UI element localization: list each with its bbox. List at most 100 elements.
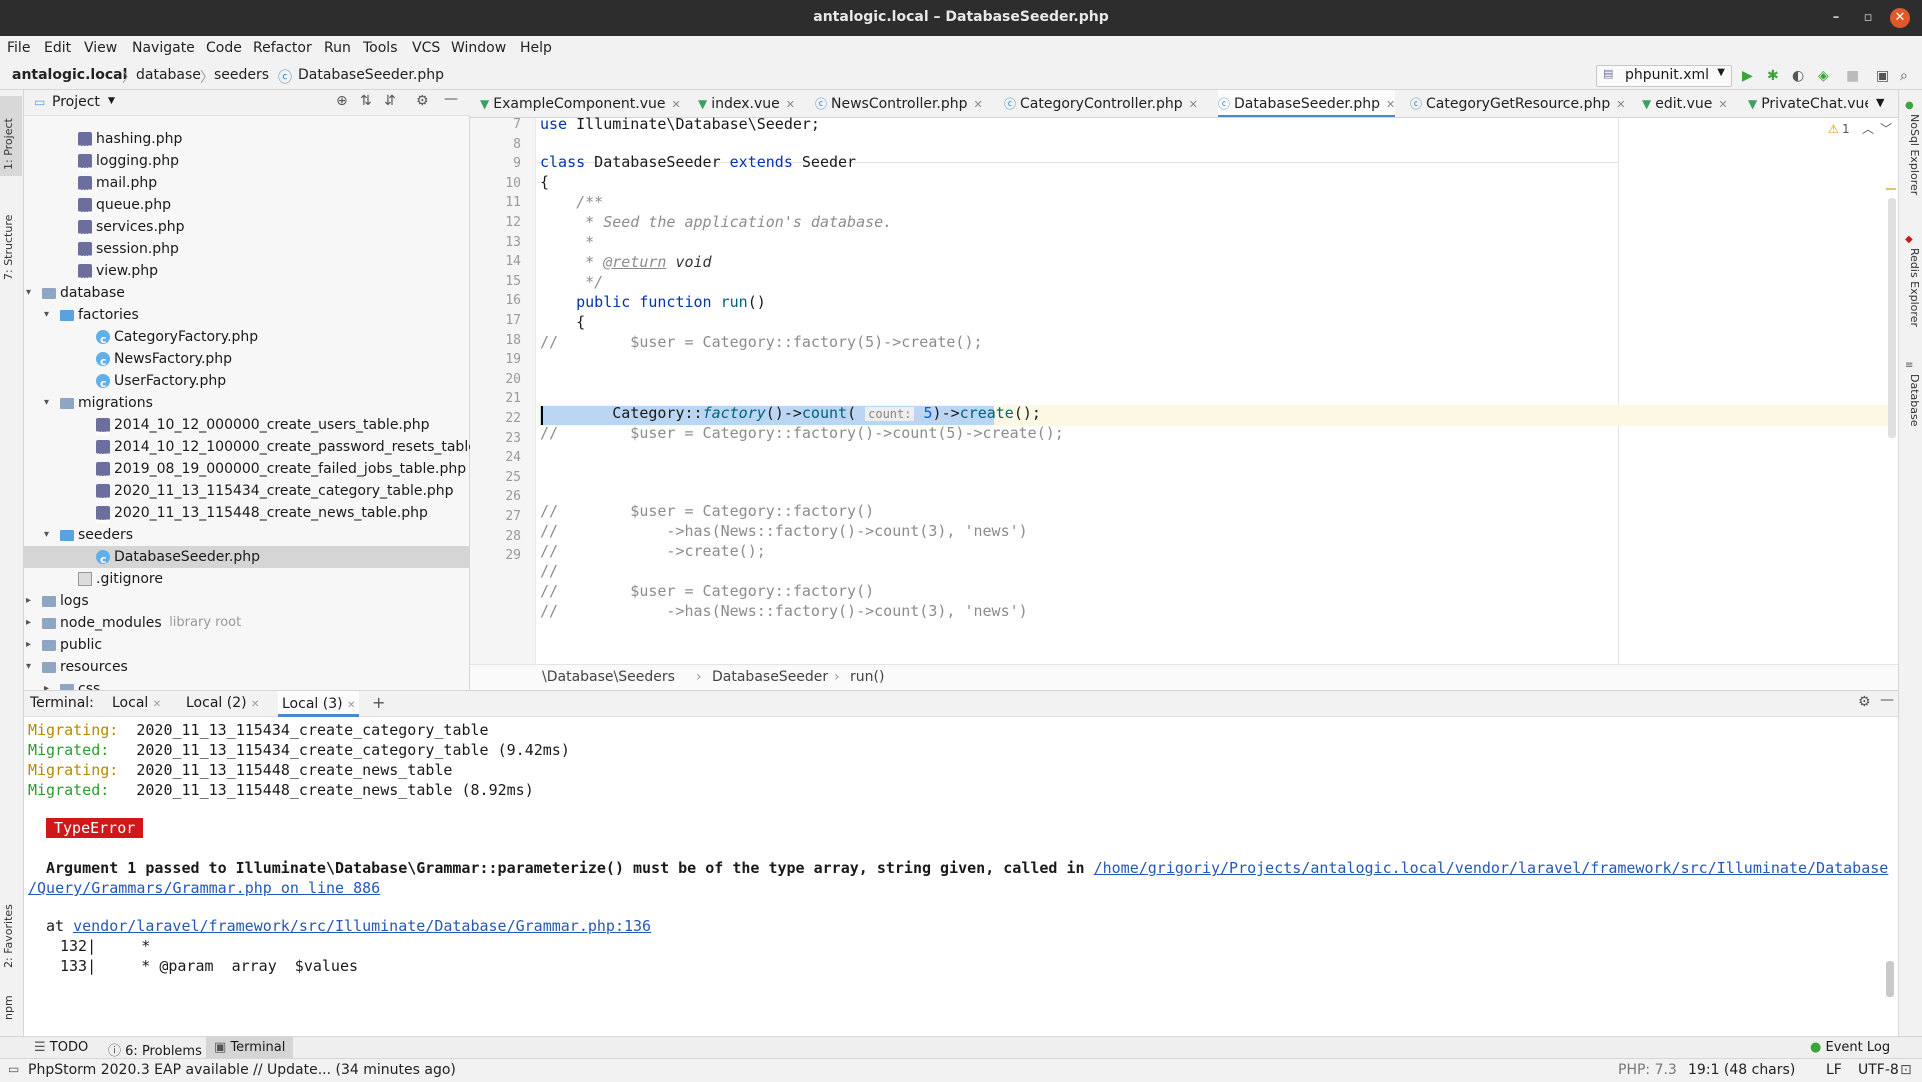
tree-row[interactable]: 2019_08_19_000000_create_failed_jobs_tab… xyxy=(24,458,470,480)
crumb-file[interactable]: DatabaseSeeder.php xyxy=(298,67,444,83)
crumb-seeders[interactable]: seeders xyxy=(214,67,269,83)
tree-row[interactable]: services.php xyxy=(24,216,470,238)
tool-tab-database[interactable]: Database xyxy=(1908,374,1921,427)
menu-refactor[interactable]: Refactor xyxy=(253,40,312,56)
tree-row[interactable]: ▾ database xyxy=(24,282,470,304)
close-icon[interactable]: ✕ xyxy=(1890,8,1910,28)
tree-row[interactable]: view.php xyxy=(24,260,470,282)
chevron-right-icon[interactable]: ▸ xyxy=(26,634,31,656)
tree-row[interactable]: DatabaseSeeder.php xyxy=(24,546,470,568)
php-version[interactable]: PHP: 7.3 xyxy=(1618,1062,1677,1078)
tree-row[interactable]: queue.php xyxy=(24,194,470,216)
run-icon[interactable]: ▶ xyxy=(1742,68,1753,84)
tree-row[interactable]: ▾ resources xyxy=(24,656,470,678)
file-encoding[interactable]: UTF-8 xyxy=(1858,1062,1899,1078)
tab-examplecomponent[interactable]: ▼ ExampleComponent.vue ✕ xyxy=(480,90,681,117)
chevron-down-icon[interactable]: ▾ xyxy=(26,656,31,678)
chevron-down-icon[interactable]: ▾ xyxy=(44,392,49,414)
tree-row[interactable]: .gitignore xyxy=(24,568,470,590)
previous-highlight-icon[interactable]: ︿ xyxy=(1862,120,1874,137)
gear-icon[interactable]: ⚙ xyxy=(1858,694,1871,710)
tree-row[interactable]: NewsFactory.php xyxy=(24,348,470,370)
menu-navigate[interactable]: Navigate xyxy=(132,40,195,56)
tab-index-vue[interactable]: ▼ index.vue ✕ xyxy=(698,90,795,117)
menu-help[interactable]: Help xyxy=(520,40,552,56)
chevron-down-icon[interactable]: ▾ xyxy=(44,524,49,546)
close-icon[interactable]: ✕ xyxy=(153,699,161,710)
close-icon[interactable]: ✕ xyxy=(251,699,259,710)
warning-icon[interactable]: ⚠ xyxy=(1828,122,1839,136)
tab-categorygetresource[interactable]: ⓒ CategoryGetResource.php ✕ xyxy=(1410,90,1625,117)
code-editor[interactable]: 7 8 9 10 11 12 13 14 15 16 17 18 19 20 21 22 23 24 25 26 27 2… xyxy=(470,115,1898,664)
menu-code[interactable]: Code xyxy=(206,40,242,56)
menu-tools[interactable]: Tools xyxy=(363,40,398,56)
menu-view[interactable]: View xyxy=(84,40,117,56)
crumb-database[interactable]: database xyxy=(136,67,201,83)
breadcrumb-class[interactable]: DatabaseSeeder xyxy=(712,669,828,685)
caret-position[interactable]: 19:1 (48 chars) xyxy=(1688,1062,1795,1078)
tree-row[interactable]: ▸ logs xyxy=(24,590,470,612)
tree-row[interactable]: ▾ factories xyxy=(24,304,470,326)
tab-databaseseeder[interactable]: ⓒ DatabaseSeeder.php ✕ xyxy=(1218,90,1396,117)
tab-newscontroller[interactable]: ⓒ NewsController.php ✕ xyxy=(815,90,983,117)
tree-row[interactable]: 2014_10_12_100000_create_password_resets… xyxy=(24,436,470,458)
error-file-link[interactable]: /Query/Grammars/Grammar.php on line 886 xyxy=(28,879,380,897)
add-icon[interactable]: + xyxy=(372,693,385,712)
close-icon[interactable]: ✕ xyxy=(1386,98,1395,111)
breadcrumb-method[interactable]: run() xyxy=(850,669,884,685)
hide-icon[interactable]: — xyxy=(444,91,458,107)
chevron-down-icon[interactable]: ▼ xyxy=(108,96,115,106)
error-file-link[interactable]: /home/grigoriy/Projects/antalogic.local/… xyxy=(1094,859,1889,877)
close-icon[interactable]: ✕ xyxy=(1189,98,1198,111)
terminal-tool-button[interactable]: ▣ Terminal xyxy=(206,1037,294,1058)
editor-scrollbar[interactable] xyxy=(1888,198,1896,438)
minimize-icon[interactable]: – xyxy=(1826,8,1846,28)
stop-icon[interactable]: ■ xyxy=(1846,68,1859,84)
close-icon[interactable]: ✕ xyxy=(671,98,680,111)
collapse-all-icon[interactable]: ⇵ xyxy=(384,93,396,109)
menu-run[interactable]: Run xyxy=(324,40,351,56)
hide-icon[interactable]: — xyxy=(1880,692,1894,708)
tree-row[interactable]: ▸ public xyxy=(24,634,470,656)
expand-all-icon[interactable]: ⇅ xyxy=(360,93,372,109)
status-icon[interactable]: ▭ xyxy=(8,1062,19,1076)
tree-row[interactable]: mail.php xyxy=(24,172,470,194)
tool-tab-project[interactable]: 1: Project xyxy=(2,118,15,170)
close-icon[interactable]: ✕ xyxy=(974,98,983,111)
tool-tab-redis[interactable]: Redis Explorer xyxy=(1908,248,1921,327)
chevron-down-icon[interactable]: ▾ xyxy=(44,304,49,326)
terminal-tab-local[interactable]: Local ✕ xyxy=(112,695,161,711)
crumb-project[interactable]: antalogic.local xyxy=(12,67,127,83)
tree-row[interactable]: ▾ migrations xyxy=(24,392,470,414)
tab-edit-vue[interactable]: ▼ edit.vue ✕ xyxy=(1642,90,1728,117)
terminal-tab-local-3[interactable]: Local (3) ✕ xyxy=(278,691,360,717)
tab-privatechat[interactable]: ▼ PrivateChat.vue xyxy=(1748,90,1868,117)
menu-vcs[interactable]: VCS xyxy=(412,40,440,56)
tree-row[interactable]: 2020_11_13_115434_create_category_table.… xyxy=(24,480,470,502)
debug-icon[interactable]: ✱ xyxy=(1767,68,1779,84)
tree-row[interactable]: ▾ seeders xyxy=(24,524,470,546)
tabs-overflow-icon[interactable]: ▼ xyxy=(1876,96,1884,109)
search-icon[interactable]: ⌕ xyxy=(1900,68,1908,84)
profile-icon[interactable]: ◈ xyxy=(1818,68,1829,84)
tree-row[interactable]: session.php xyxy=(24,238,470,260)
coverage-icon[interactable]: ◐ xyxy=(1792,68,1804,84)
close-icon[interactable]: ✕ xyxy=(1718,98,1727,111)
menu-window[interactable]: Window xyxy=(451,40,506,56)
breadcrumb-namespace[interactable]: \Database\Seeders xyxy=(542,669,675,685)
lock-icon[interactable]: ⊡ xyxy=(1900,1062,1912,1078)
project-view-selector[interactable]: Project xyxy=(52,94,100,110)
close-icon[interactable]: ✕ xyxy=(786,98,795,111)
menu-edit[interactable]: Edit xyxy=(44,40,71,56)
tool-tab-structure[interactable]: 7: Structure xyxy=(2,215,15,280)
project-structure-icon[interactable]: ▣ xyxy=(1876,68,1889,84)
menu-file[interactable]: File xyxy=(7,40,30,56)
maximize-icon[interactable]: ▫ xyxy=(1858,8,1878,28)
chevron-right-icon[interactable]: ▸ xyxy=(26,590,31,612)
tool-tab-nosql[interactable]: NoSql Explorer xyxy=(1908,114,1921,195)
line-separator[interactable]: LF xyxy=(1826,1062,1842,1078)
chevron-right-icon[interactable]: ▸ xyxy=(26,612,31,634)
tool-tab-favorites[interactable]: 2: Favorites xyxy=(2,904,15,968)
tree-row[interactable]: 2020_11_13_115448_create_news_table.php xyxy=(24,502,470,524)
tree-row[interactable]: UserFactory.php xyxy=(24,370,470,392)
